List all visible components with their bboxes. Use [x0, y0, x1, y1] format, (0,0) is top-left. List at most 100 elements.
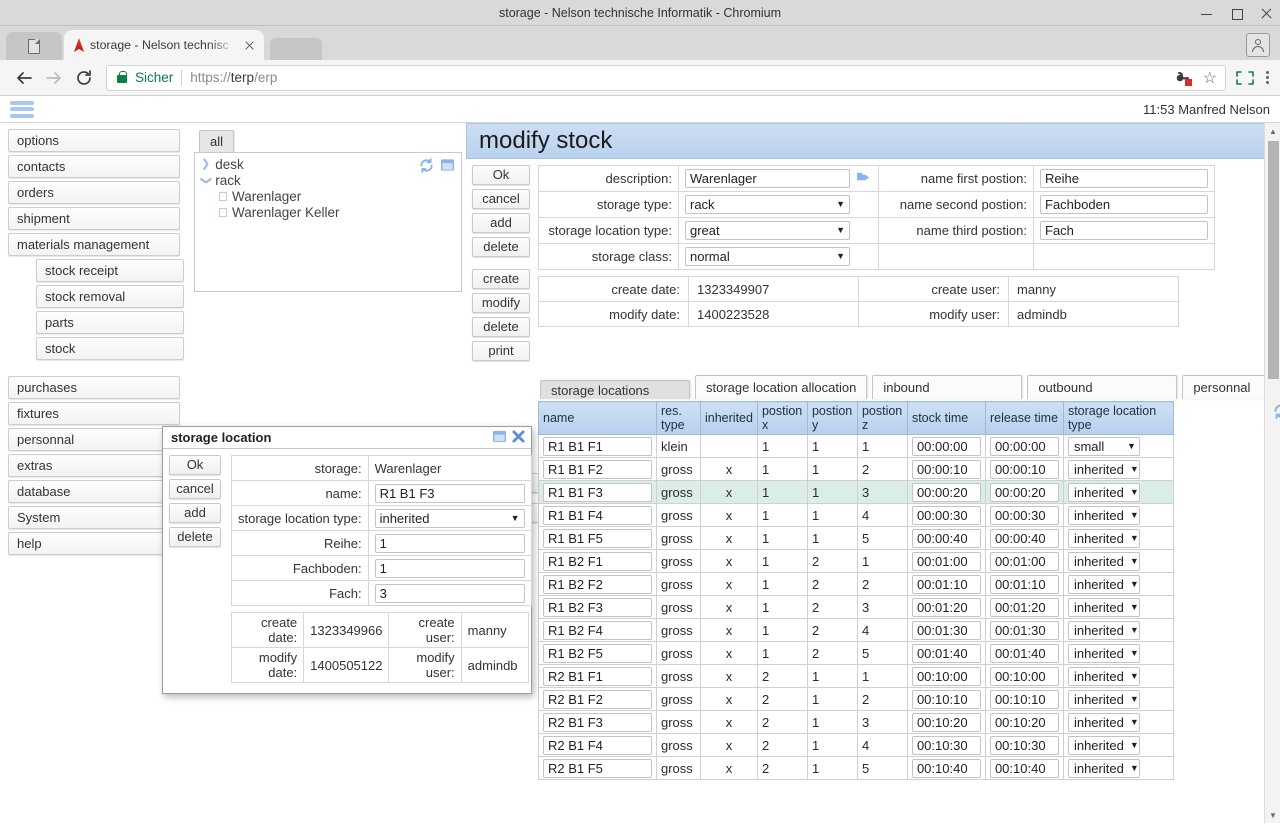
- table-row[interactable]: R1 B2 F4grossx12400:01:3000:01:30inherit…: [539, 619, 1174, 642]
- tree-leaf-icon[interactable]: [219, 208, 227, 217]
- cell-input[interactable]: 00:01:10: [990, 575, 1059, 594]
- column-header[interactable]: postion x: [757, 402, 807, 435]
- column-header[interactable]: res. type: [657, 402, 701, 435]
- profile-avatar-icon[interactable]: [1246, 33, 1270, 57]
- chevron-down-icon[interactable]: ▼: [1130, 622, 1139, 639]
- cell-input[interactable]: R2 B1 F3: [543, 713, 652, 732]
- cell-input[interactable]: 00:00:40: [990, 529, 1059, 548]
- close-icon[interactable]: [512, 430, 525, 446]
- cell-input[interactable]: 00:01:00: [990, 552, 1059, 571]
- cell-select[interactable]: inherited▼: [1068, 713, 1140, 732]
- cell-input[interactable]: R1 B1 F5: [543, 529, 652, 548]
- dialog-add-button[interactable]: add: [169, 503, 221, 523]
- extension-icon[interactable]: [1175, 70, 1193, 86]
- table-row[interactable]: R1 B1 F4grossx11400:00:3000:00:30inherit…: [539, 504, 1174, 527]
- sidebar-item-personnal[interactable]: personnal: [8, 428, 180, 451]
- cell-input[interactable]: R1 B1 F3: [543, 483, 652, 502]
- cell-select[interactable]: inherited▼: [1068, 598, 1140, 617]
- sidebar-item-stock[interactable]: stock: [36, 337, 184, 360]
- tree-node-warenlager-keller[interactable]: Warenlager Keller: [201, 205, 461, 220]
- dialog-delete-button[interactable]: delete: [169, 527, 221, 547]
- cell-select[interactable]: small▼: [1068, 437, 1140, 456]
- dialog-text-input[interactable]: R1 B1 F3: [375, 484, 525, 503]
- forward-icon[interactable]: [40, 64, 68, 92]
- cell-select[interactable]: inherited▼: [1068, 667, 1140, 686]
- new-tab-button[interactable]: [270, 38, 322, 60]
- table-row[interactable]: R2 B1 F5grossx21500:10:4000:10:40inherit…: [539, 757, 1174, 780]
- dialog-text-input[interactable]: 1: [375, 559, 525, 578]
- select-control[interactable]: normal▼: [685, 247, 850, 266]
- cast-icon[interactable]: [1236, 70, 1254, 85]
- cell-input[interactable]: 00:01:20: [912, 598, 981, 617]
- chevron-down-icon[interactable]: ▼: [836, 196, 845, 213]
- sidebar-item-database[interactable]: database: [8, 480, 180, 503]
- chevron-down-icon[interactable]: ▼: [1130, 484, 1139, 501]
- maximize-icon[interactable]: [1230, 7, 1242, 19]
- tab-ghost[interactable]: [6, 32, 62, 60]
- cell-input[interactable]: 00:00:40: [912, 529, 981, 548]
- chevron-down-icon[interactable]: ▼: [836, 222, 845, 239]
- chevron-down-icon[interactable]: ▼: [1130, 530, 1139, 547]
- dialog-select-control[interactable]: inherited▼: [375, 509, 525, 528]
- cell-input[interactable]: 00:10:00: [990, 667, 1059, 686]
- cell-input[interactable]: 00:10:10: [990, 690, 1059, 709]
- scroll-up-icon[interactable]: ▲: [1265, 123, 1280, 139]
- chevron-down-icon[interactable]: ▼: [1130, 507, 1139, 524]
- window-restore-icon[interactable]: [440, 158, 455, 173]
- sidebar-item-contacts[interactable]: contacts: [8, 155, 180, 178]
- address-bar[interactable]: Sicher https://terp/erp ☆: [106, 65, 1226, 91]
- cell-input[interactable]: 00:10:40: [912, 759, 981, 778]
- cell-select[interactable]: inherited▼: [1068, 621, 1140, 640]
- text-input[interactable]: Warenlager: [685, 169, 850, 188]
- chevron-down-icon[interactable]: ▼: [1130, 760, 1139, 777]
- cell-input[interactable]: 00:00:00: [990, 437, 1059, 456]
- browser-tab-active[interactable]: storage - Nelson technisc: [64, 30, 264, 60]
- folder-picker-icon[interactable]: [856, 171, 872, 187]
- cell-input[interactable]: 00:01:20: [990, 598, 1059, 617]
- cell-input[interactable]: 00:01:40: [990, 644, 1059, 663]
- cell-select[interactable]: inherited▼: [1068, 690, 1140, 709]
- chevron-down-icon[interactable]: ❯: [200, 176, 211, 185]
- cell-input[interactable]: R2 B1 F4: [543, 736, 652, 755]
- cell-input[interactable]: 00:00:00: [912, 437, 981, 456]
- chevron-down-icon[interactable]: ▼: [511, 510, 520, 527]
- sidebar-item-orders[interactable]: orders: [8, 181, 180, 204]
- table-row[interactable]: R1 B2 F3grossx12300:01:2000:01:20inherit…: [539, 596, 1174, 619]
- select-control[interactable]: rack▼: [685, 195, 850, 214]
- hamburger-menu-icon[interactable]: [10, 98, 34, 120]
- ok-button[interactable]: Ok: [472, 165, 530, 185]
- cell-select[interactable]: inherited▼: [1068, 552, 1140, 571]
- sidebar-item-parts[interactable]: parts: [36, 311, 184, 334]
- tree-node-warenlager[interactable]: Warenlager: [201, 189, 461, 204]
- add-button[interactable]: add: [472, 213, 530, 233]
- tab-outbound[interactable]: outbound: [1027, 375, 1177, 399]
- tab-inbound[interactable]: inbound: [872, 375, 1022, 399]
- table-row[interactable]: R2 B1 F4grossx21400:10:3000:10:30inherit…: [539, 734, 1174, 757]
- table-row[interactable]: R1 B2 F2grossx12200:01:1000:01:10inherit…: [539, 573, 1174, 596]
- tree-tab-all[interactable]: all: [199, 130, 234, 152]
- cell-input[interactable]: 00:01:30: [912, 621, 981, 640]
- cell-input[interactable]: 00:10:00: [912, 667, 981, 686]
- text-input[interactable]: Reihe: [1040, 169, 1208, 188]
- cell-input[interactable]: R1 B2 F4: [543, 621, 652, 640]
- sidebar-item-system[interactable]: System: [8, 506, 180, 529]
- tab-storage-locations[interactable]: storage locations: [540, 380, 690, 399]
- browser-menu-icon[interactable]: [1266, 69, 1270, 87]
- cell-input[interactable]: 00:10:20: [990, 713, 1059, 732]
- cell-input[interactable]: 00:10:40: [990, 759, 1059, 778]
- sidebar-item-extras[interactable]: extras: [8, 454, 180, 477]
- cell-input[interactable]: R2 B1 F5: [543, 759, 652, 778]
- table-row[interactable]: R1 B1 F2grossx11200:00:1000:00:10inherit…: [539, 458, 1174, 481]
- chevron-down-icon[interactable]: ▼: [1130, 668, 1139, 685]
- cancel-button[interactable]: cancel: [472, 189, 530, 209]
- cell-select[interactable]: inherited▼: [1068, 575, 1140, 594]
- chevron-right-icon[interactable]: ❯: [201, 159, 210, 170]
- cell-input[interactable]: R1 B1 F2: [543, 460, 652, 479]
- cell-input[interactable]: 00:00:10: [990, 460, 1059, 479]
- back-icon[interactable]: [10, 64, 38, 92]
- dialog-text-input[interactable]: 1: [375, 534, 525, 553]
- print-record-button[interactable]: print: [472, 341, 530, 361]
- table-row[interactable]: R2 B1 F3grossx21300:10:2000:10:20inherit…: [539, 711, 1174, 734]
- tree-node-rack[interactable]: ❯rack: [201, 173, 461, 188]
- scrollbar-thumb[interactable]: [1268, 141, 1279, 379]
